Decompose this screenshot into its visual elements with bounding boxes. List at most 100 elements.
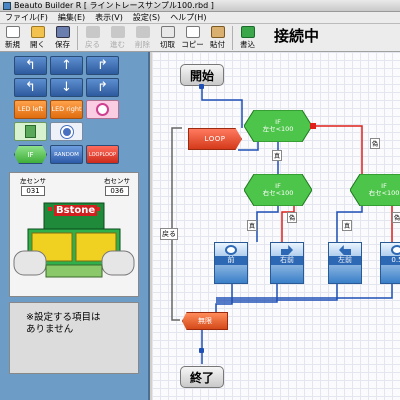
save-button-label: 保存	[55, 40, 70, 49]
if-right-sensor-node-b[interactable]: IF 右セ<100	[350, 174, 400, 206]
variable-block[interactable]	[50, 122, 83, 141]
delete-button-label: 削除	[135, 40, 150, 49]
save-button[interactable]: 保存	[50, 25, 75, 51]
action-right-forward[interactable]: 右前	[270, 242, 304, 284]
copy-button[interactable]: コピー	[180, 25, 205, 51]
led-left-block[interactable]: LED left	[14, 100, 47, 119]
write-button-label: 書込	[240, 40, 255, 49]
flow-connectors	[171, 86, 393, 364]
loop-end-label: LOOP	[102, 151, 117, 158]
variable-icon	[60, 125, 73, 138]
loop-block-label: LOOP	[89, 151, 103, 158]
menu-settings[interactable]: 設定(S)	[128, 12, 165, 23]
toolbar: 新規 開く 保存 戻る 進む 削除 切取 コピー 貼付 書込 接続中	[0, 24, 400, 52]
left-sensor-value: 031	[21, 186, 45, 196]
settings-message: ※設定する項目は ありません	[26, 312, 101, 335]
clock-icon	[96, 103, 109, 116]
delete-icon	[135, 26, 150, 38]
forward-block[interactable]: ↑	[50, 56, 83, 75]
true-label: 真	[342, 220, 353, 231]
if2-condition: 右セ<100	[262, 189, 294, 197]
menu-view[interactable]: 表示(V)	[90, 12, 128, 23]
loop-block[interactable]: LOOP LOOP	[86, 145, 119, 164]
menu-help[interactable]: ヘルプ(H)	[165, 12, 211, 23]
toolbar-separator	[232, 26, 233, 50]
cut-icon	[160, 26, 175, 38]
action-right-forward-label: 右前	[271, 256, 303, 265]
menu-bar: ファイル(F) 編集(E) 表示(V) 設定(S) ヘルプ(H)	[0, 12, 400, 24]
action-left-forward[interactable]: 左前	[328, 242, 362, 284]
connection-status: 接続中	[274, 27, 320, 45]
robot-sensor-view: 左センサ 031 右センサ 036 Bstone	[9, 172, 139, 297]
right-sensor-value: 036	[105, 186, 129, 196]
loop-start-label: LOOP	[204, 135, 226, 143]
undo-button[interactable]: 戻る	[80, 25, 105, 51]
right-sensor: 右センサ 036	[100, 175, 134, 196]
redo-icon	[110, 26, 125, 38]
connector-dot	[199, 84, 204, 89]
new-button[interactable]: 新規	[0, 25, 25, 51]
title-bar: Beauto Builder R [ ライントレースサンプル100.rbd ]	[0, 0, 400, 12]
write-icon	[240, 26, 255, 38]
back-label: 戻る	[160, 228, 178, 240]
timer-icon	[391, 245, 400, 255]
copy-button-label: コピー	[181, 40, 204, 49]
if-right-sensor-node-a[interactable]: IF 右セ<100	[244, 174, 312, 206]
redo-button[interactable]: 進む	[105, 25, 130, 51]
action-forward-label: 前	[215, 256, 247, 265]
paste-button[interactable]: 貼付	[205, 25, 230, 51]
false-label: 偽	[287, 212, 298, 223]
false-branch-dot	[310, 123, 316, 129]
new-file-icon	[5, 26, 20, 38]
turn-left-forward-block[interactable]: ↰	[14, 56, 47, 75]
calculator-icon	[25, 125, 36, 138]
false-label: 偽	[392, 212, 400, 223]
toolbar-separator	[77, 26, 78, 50]
connector-dot	[199, 348, 204, 353]
left-panel: ↰ ↑ ↱ ↰ ↓ ↱ LED left LED right IF RANDOM…	[0, 52, 150, 400]
loop-end-node[interactable]: 無限	[182, 312, 228, 330]
menu-edit[interactable]: 編集(E)	[53, 12, 90, 23]
save-icon	[55, 26, 70, 38]
app-icon	[3, 1, 11, 10]
copy-icon	[185, 26, 200, 38]
timer-block[interactable]	[86, 100, 119, 119]
left-sensor-label: 左センサ	[20, 177, 46, 185]
turn-left-back-block[interactable]: ↰	[14, 78, 47, 97]
if-left-sensor-node[interactable]: IF 左セ<100	[244, 110, 312, 142]
loop-start-node[interactable]: LOOP	[188, 128, 242, 150]
paste-button-label: 貼付	[210, 40, 225, 49]
turn-right-forward-block[interactable]: ↱	[86, 56, 119, 75]
right-sensor-label: 右センサ	[104, 177, 130, 185]
cut-button-label: 切取	[160, 40, 175, 49]
false-label: 偽	[370, 138, 381, 149]
true-label: 真	[272, 150, 283, 161]
led-right-block[interactable]: LED right	[50, 100, 83, 119]
paste-icon	[210, 26, 225, 38]
turn-right-back-block[interactable]: ↱	[86, 78, 119, 97]
start-node[interactable]: 開始	[180, 64, 224, 86]
action-wait[interactable]: 0.5	[380, 242, 400, 284]
open-button[interactable]: 開く	[25, 25, 50, 51]
window-title: Beauto Builder R [ ライントレースサンプル100.rbd ]	[14, 1, 214, 10]
write-button[interactable]: 書込	[235, 25, 260, 51]
end-node[interactable]: 終了	[180, 366, 224, 388]
open-button-label: 開く	[30, 40, 45, 49]
backward-block[interactable]: ↓	[50, 78, 83, 97]
menu-file[interactable]: ファイル(F)	[0, 12, 53, 23]
settings-panel: ※設定する項目は ありません	[9, 302, 139, 374]
flowchart-canvas[interactable]: 開始 LOOP IF 左セ<100 真 偽 IF 右セ<100 真 偽 IF 右…	[152, 52, 400, 400]
if-block[interactable]: IF	[14, 145, 47, 164]
delete-button[interactable]: 削除	[130, 25, 155, 51]
cut-button[interactable]: 切取	[155, 25, 180, 51]
forward-icon	[225, 245, 237, 255]
action-left-forward-label: 左前	[329, 256, 361, 265]
open-folder-icon	[30, 26, 45, 38]
action-forward[interactable]: 前	[214, 242, 248, 284]
robot-brand: Bstone	[54, 205, 98, 216]
true-label: 真	[247, 220, 258, 231]
turn-right-icon	[281, 245, 293, 255]
random-block[interactable]: RANDOM	[50, 145, 83, 164]
calculator-block[interactable]	[14, 122, 47, 141]
left-sensor: 左センサ 031	[16, 175, 50, 196]
